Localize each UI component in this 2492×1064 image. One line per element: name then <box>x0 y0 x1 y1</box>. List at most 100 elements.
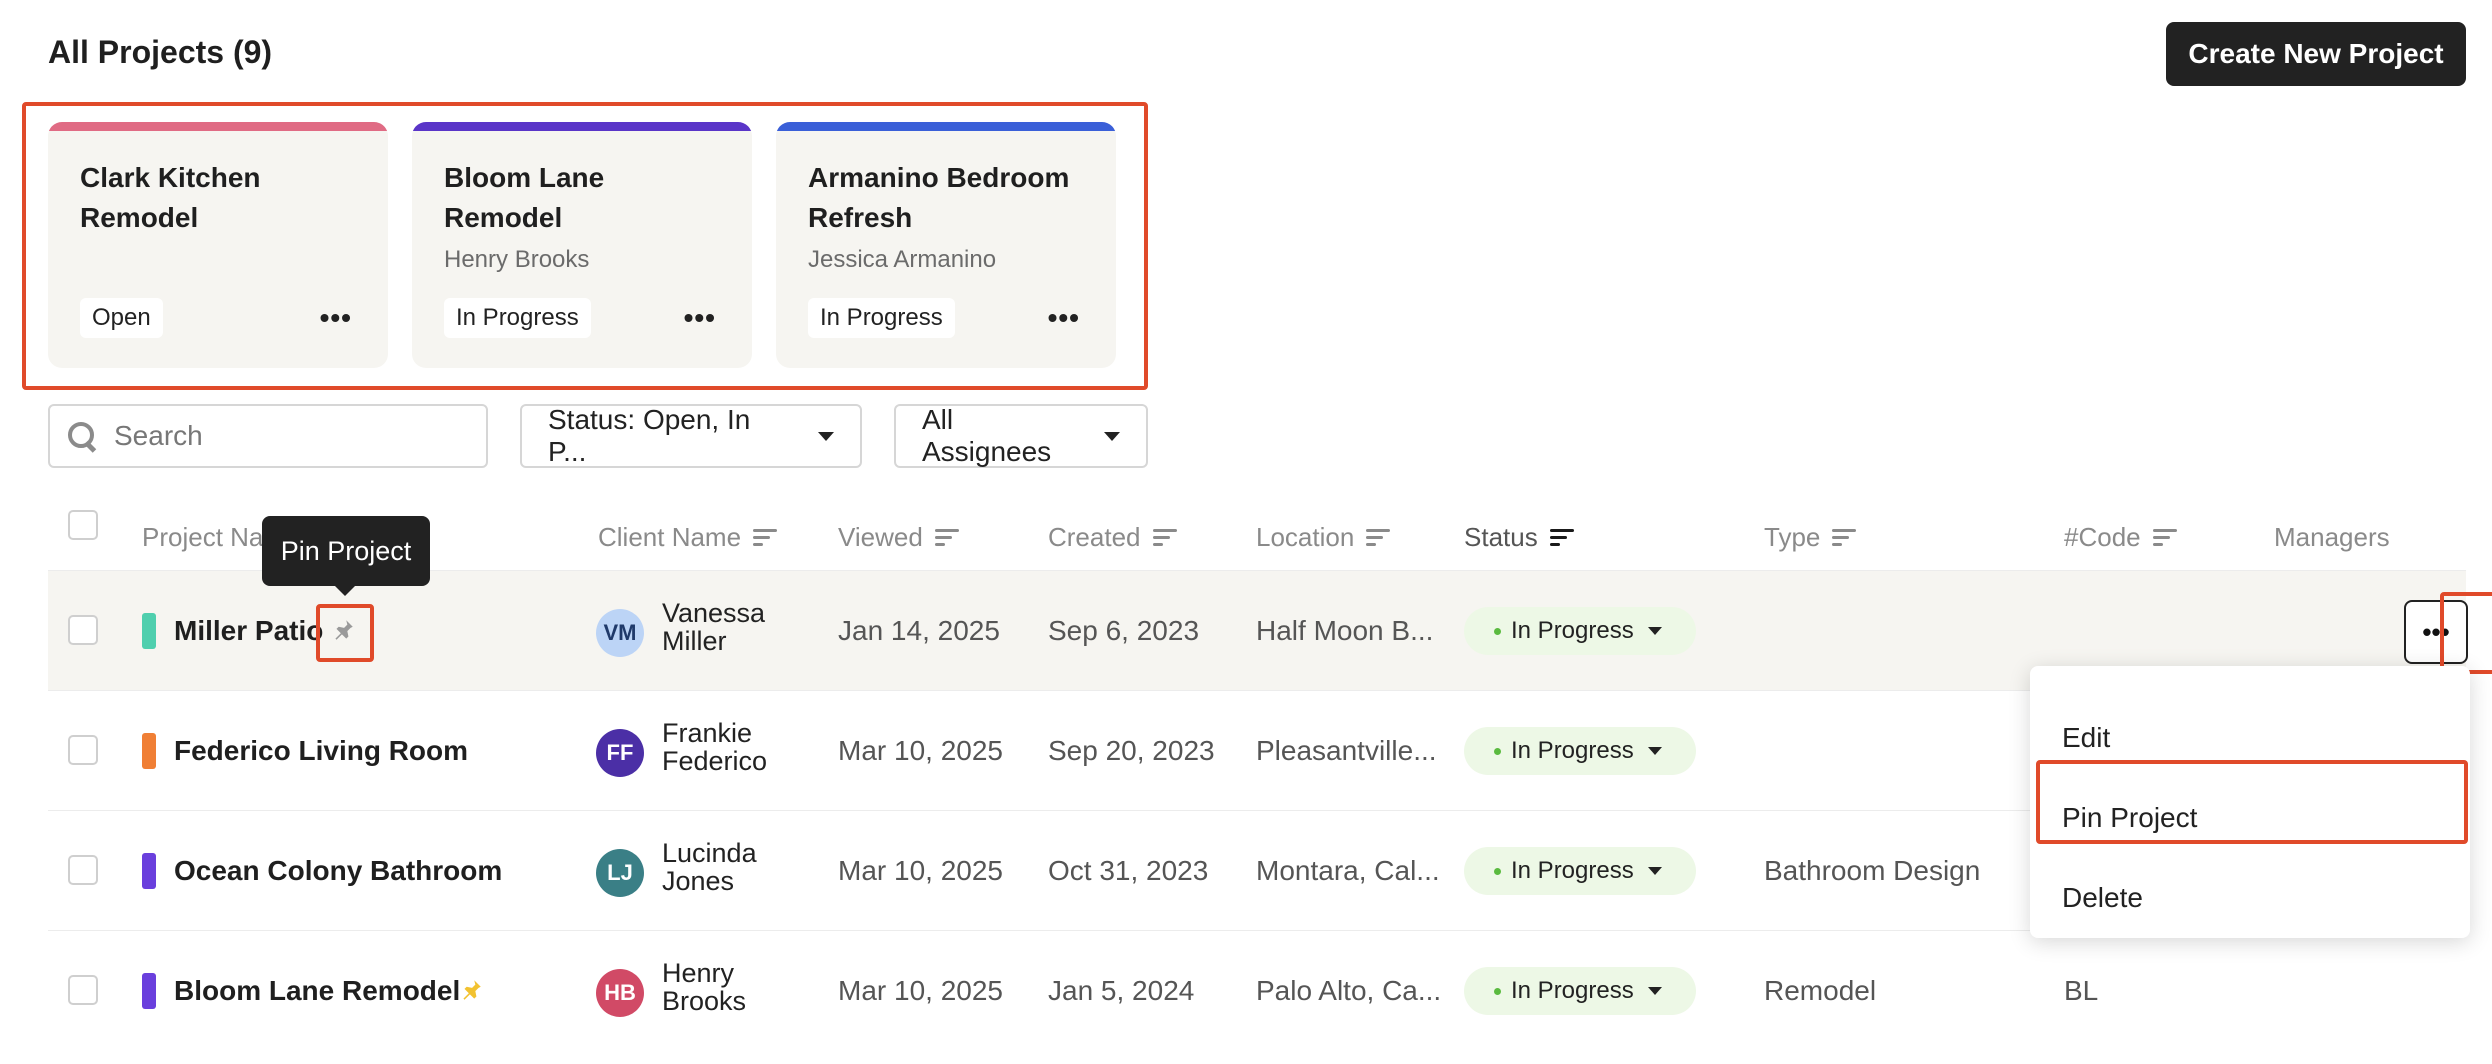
card-more-icon[interactable]: ••• <box>684 302 716 334</box>
card-color-bar <box>412 122 752 131</box>
sort-icon[interactable] <box>1832 528 1857 548</box>
column-label: Client Name <box>598 522 742 552</box>
column-viewed[interactable]: Viewed <box>838 522 959 553</box>
viewed-date: Mar 10, 2025 <box>838 855 1003 886</box>
column-label: #Code <box>2064 522 2141 552</box>
status-dropdown[interactable]: In Progress <box>1464 847 1696 895</box>
card-more-icon[interactable]: ••• <box>1048 302 1080 334</box>
column-project-name[interactable]: Project Na <box>142 522 263 553</box>
row-context-menu: Edit Pin Project Delete <box>2030 666 2470 938</box>
viewed-date: Mar 10, 2025 <box>838 975 1003 1006</box>
client-first-name: Henry <box>662 958 735 988</box>
card-color-bar <box>776 122 1116 131</box>
sort-icon[interactable] <box>753 528 778 548</box>
column-code[interactable]: #Code <box>2064 522 2177 553</box>
chevron-down-icon <box>1647 867 1662 875</box>
card-title: Clark Kitchen Remodel <box>80 162 261 233</box>
column-type[interactable]: Type <box>1764 522 1857 553</box>
assignee-filter-dropdown[interactable]: All Assignees <box>894 404 1148 468</box>
card-client: Henry Brooks <box>444 246 590 273</box>
pin-icon[interactable] <box>328 615 358 645</box>
assignee-filter-label: All Assignees <box>922 404 1052 467</box>
project-color-bar <box>142 853 156 889</box>
column-label: Managers <box>2274 522 2390 552</box>
column-managers: Managers <box>2274 522 2390 553</box>
pinned-card[interactable]: Armanino Bedroom Refresh Jessica Armanin… <box>776 122 1116 368</box>
status-label: In Progress <box>1511 617 1634 644</box>
card-status-badge: In Progress <box>808 298 955 338</box>
project-code: BL <box>2064 975 2099 1006</box>
client-name: Henry Brooks <box>662 959 746 1015</box>
column-created[interactable]: Created <box>1048 522 1177 553</box>
client-first-name: Frankie <box>662 718 753 748</box>
column-location[interactable]: Location <box>1256 522 1391 553</box>
client-name: Frankie Federico <box>662 719 767 775</box>
status-label: In Progress <box>1511 737 1634 764</box>
project-name[interactable]: Federico Living Room <box>174 735 468 767</box>
chevron-down-icon <box>1104 431 1120 441</box>
location: Palo Alto, Ca... <box>1256 975 1442 1006</box>
search-box[interactable] <box>48 404 488 468</box>
status-label: In Progress <box>1511 977 1634 1004</box>
status-filter-dropdown[interactable]: Status: Open, In P... <box>520 404 862 468</box>
table-row[interactable]: Bloom Lane Remodel HB Henry Brooks Mar 1… <box>48 930 2466 1050</box>
project-name[interactable]: Ocean Colony Bathroom <box>174 855 502 887</box>
sort-icon[interactable] <box>934 528 959 548</box>
card-more-icon[interactable]: ••• <box>320 302 352 334</box>
status-dot-icon <box>1494 987 1501 995</box>
sort-active-icon[interactable] <box>1549 528 1574 548</box>
client-last-name: Brooks <box>662 986 747 1016</box>
row-checkbox[interactable] <box>68 735 98 765</box>
status-dropdown[interactable]: In Progress <box>1464 967 1696 1015</box>
pinned-card[interactable]: Bloom Lane Remodel Henry Brooks In Progr… <box>412 122 752 368</box>
card-color-bar <box>48 122 388 131</box>
row-checkbox[interactable] <box>68 975 98 1005</box>
status-dot-icon <box>1494 747 1501 755</box>
status-dropdown[interactable]: In Progress <box>1464 607 1696 655</box>
location: Montara, Cal... <box>1256 855 1440 886</box>
card-client: Jessica Armanino <box>808 246 997 273</box>
menu-item-edit[interactable]: Edit <box>2062 722 2110 754</box>
column-status[interactable]: Status <box>1464 522 1574 553</box>
project-type: Bathroom Design <box>1764 855 1981 886</box>
search-input[interactable] <box>114 420 474 452</box>
page-title: All Projects (9) <box>48 34 273 70</box>
column-client-name[interactable]: Client Name <box>598 522 778 553</box>
created-date: Sep 6, 2023 <box>1048 615 1200 646</box>
pinned-projects: Clark Kitchen Remodel Open ••• Bloom Lan… <box>48 122 1116 368</box>
column-label: Created <box>1048 522 1141 552</box>
chevron-down-icon <box>1647 627 1662 635</box>
chevron-down-icon <box>818 431 834 441</box>
pinned-card[interactable]: Clark Kitchen Remodel Open ••• <box>48 122 388 368</box>
row-checkbox[interactable] <box>68 855 98 885</box>
status-dropdown[interactable]: In Progress <box>1464 727 1696 775</box>
row-checkbox[interactable] <box>68 615 98 645</box>
select-all-checkbox[interactable] <box>68 510 98 540</box>
search-icon <box>66 420 98 452</box>
status-dot-icon <box>1494 627 1501 635</box>
project-name[interactable]: Bloom Lane Remodel <box>174 975 460 1007</box>
sort-icon[interactable] <box>2152 528 2177 548</box>
avatar: LJ <box>596 849 644 897</box>
row-more-button[interactable]: ••• <box>2404 600 2468 664</box>
created-date: Sep 20, 2023 <box>1048 735 1215 766</box>
project-name[interactable]: Miller Patio <box>174 615 323 647</box>
created-date: Jan 5, 2024 <box>1048 975 1195 1006</box>
avatar: VM <box>596 609 644 657</box>
client-last-name: Jones <box>662 866 735 896</box>
create-new-project-button[interactable]: Create New Project <box>2166 22 2466 86</box>
project-type: Remodel <box>1764 975 1877 1006</box>
client-name: Vanessa Miller <box>662 599 765 655</box>
column-label: Location <box>1256 522 1355 552</box>
project-color-bar <box>142 973 156 1009</box>
location: Half Moon B... <box>1256 615 1434 646</box>
sort-icon[interactable] <box>1366 528 1391 548</box>
avatar: FF <box>596 729 644 777</box>
status-label: In Progress <box>1511 857 1634 884</box>
menu-item-delete[interactable]: Delete <box>2062 882 2143 914</box>
sort-icon[interactable] <box>1152 528 1177 548</box>
card-title: Armanino Bedroom Refresh <box>808 162 1070 233</box>
menu-item-pin-project[interactable]: Pin Project <box>2062 802 2197 834</box>
pinned-icon[interactable] <box>456 975 486 1005</box>
viewed-date: Mar 10, 2025 <box>838 735 1003 766</box>
